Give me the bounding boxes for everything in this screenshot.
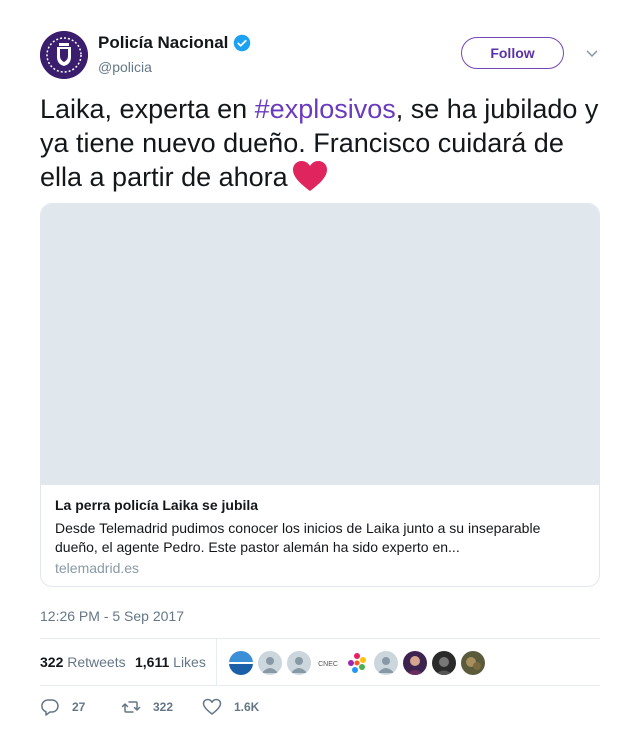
tweet-actions: 27 322 1.6K [40,698,600,718]
color-dots-icon [348,653,366,673]
like-count: 1.6K [234,700,260,714]
liker-avatar[interactable] [257,650,283,676]
reply-action[interactable]: 27 [40,698,85,716]
retweets-stat[interactable]: 322 Retweets [40,654,126,670]
liker-avatar[interactable] [286,650,312,676]
card-title: La perra policía Laika se jubila [55,497,259,513]
liker-avatar[interactable]: CNEC [315,650,341,676]
verified-badge-icon [234,34,251,52]
engagement-stats: 322 Retweets 1,611 Likes CNEC [40,638,600,686]
chevron-down-icon[interactable] [585,46,599,60]
likes-count: 1,611 [135,654,170,670]
follow-button[interactable]: Follow [461,37,564,69]
photo-avatar-icon [432,651,456,675]
card-domain: telemadrid.es [55,560,140,576]
default-user-icon [262,657,278,673]
police-badge-icon [40,31,88,79]
sea-avatar-icon [229,651,253,675]
tweet-timestamp[interactable]: 12:26 PM - 5 Sep 2017 [40,608,184,624]
default-user-icon [291,657,307,673]
tweet-text-start: Laika, experta en [40,94,255,124]
liker-avatar[interactable] [344,650,370,676]
default-user-icon [378,657,394,673]
link-card[interactable]: La perra policía Laika se jubila Desde T… [40,203,600,587]
retweet-count: 322 [153,700,174,714]
retweets-count: 322 [40,654,64,670]
card-description: Desde Telemadrid pudimos conocer los ini… [55,520,541,555]
red-heart-icon [292,161,327,191]
reply-count: 27 [72,700,86,714]
card-image[interactable] [41,204,599,485]
liker-avatar[interactable] [373,650,399,676]
author-handle[interactable]: @policia [98,59,152,75]
cnec-logo-icon: CNEC [318,661,338,668]
photo-avatar-icon [461,651,485,675]
avatar[interactable] [40,31,88,79]
liker-avatar[interactable] [460,650,486,676]
likes-label: Likes [173,654,206,670]
author-name[interactable]: Policía Nacional [98,33,228,53]
photo-avatar-icon [403,651,427,675]
svg-text:CNEC: CNEC [318,661,338,668]
author-name-row: Policía Nacional [98,33,251,53]
like-heart-icon [202,698,222,715]
stats-divider [216,639,217,686]
hashtag-link[interactable]: #explosivos [255,94,396,124]
tweet-text: Laika, experta en #explosivos, se ha jub… [40,92,610,194]
liker-avatar[interactable] [228,650,254,676]
liker-avatar[interactable] [431,650,457,676]
liker-avatar[interactable] [402,650,428,676]
retweet-action[interactable]: 322 [121,698,173,716]
retweets-label: Retweets [67,654,126,670]
retweet-icon [121,701,141,713]
tweet-header: Policía Nacional @policia Follow [40,31,600,79]
reply-icon [41,699,59,716]
like-action[interactable]: 1.6K [202,698,259,716]
likes-stat[interactable]: 1,611 Likes [135,654,206,670]
